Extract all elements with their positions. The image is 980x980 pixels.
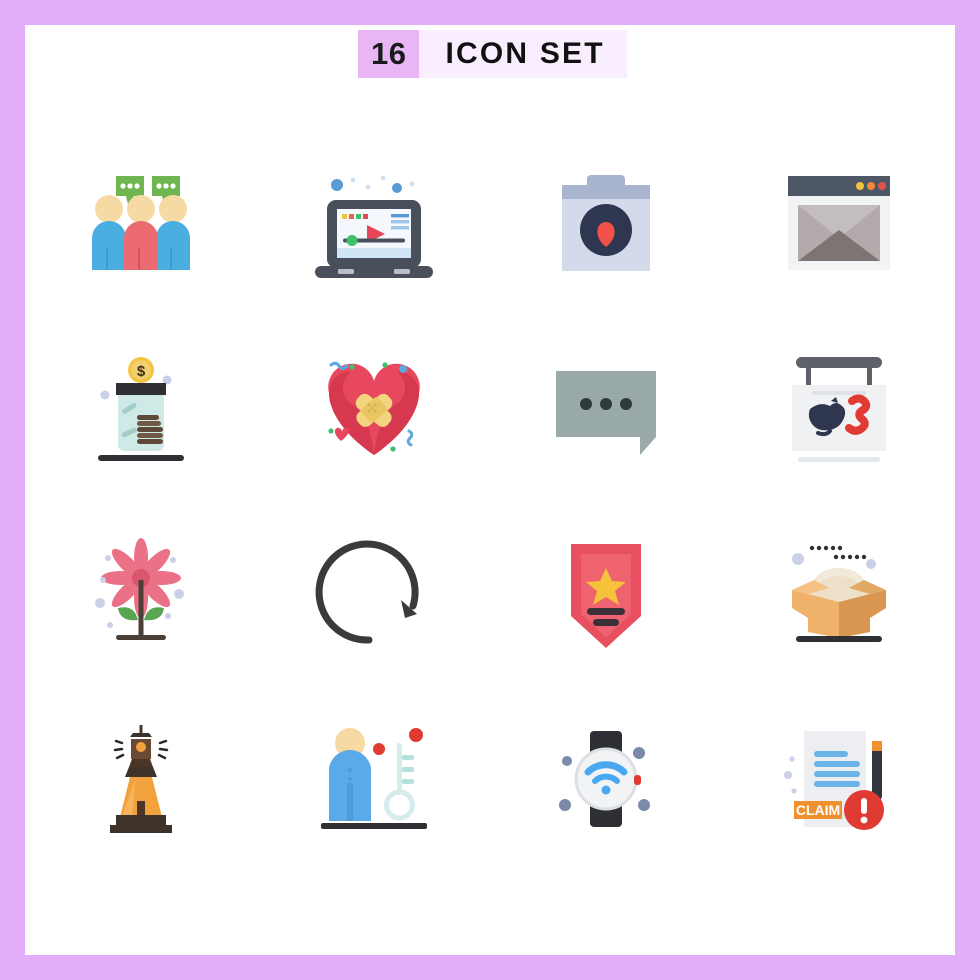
claim-document-alert-icon: CLAIM xyxy=(783,730,884,830)
lighthouse-icon xyxy=(110,724,173,833)
icon-cell-claim-document-alert[interactable]: CLAIM xyxy=(723,685,956,870)
icon-set-canvas: 16 ICON SET $ CLAIM xyxy=(25,25,955,955)
icon-cell-web-mail-browser[interactable] xyxy=(723,130,956,315)
rank-badge-star-icon xyxy=(571,543,642,648)
icon-grid: $ CLAIM xyxy=(25,130,955,870)
icon-cell-rank-badge-star[interactable] xyxy=(490,500,723,685)
icon-cell-person-with-key[interactable] xyxy=(258,685,491,870)
icon-cell-flower-plant[interactable] xyxy=(25,500,258,685)
header: 16 ICON SET xyxy=(358,30,627,78)
web-mail-browser-icon xyxy=(787,175,890,270)
icon-cell-smartwatch-wifi[interactable] xyxy=(490,685,723,870)
open-package-box-icon xyxy=(791,545,886,642)
person-with-key-icon xyxy=(320,727,427,829)
page-title: ICON SET xyxy=(445,37,605,70)
icon-cell-typing-chat-bubble[interactable] xyxy=(490,315,723,500)
claim-stamp-text: CLAIM xyxy=(796,802,840,818)
favorite-photo-folder-icon xyxy=(562,174,651,271)
typing-chat-bubble-icon xyxy=(556,370,657,455)
healing-heart-icon xyxy=(327,361,420,455)
icon-cell-lighthouse[interactable] xyxy=(25,685,258,870)
money-savings-jar-icon: $ xyxy=(98,356,185,461)
icon-cell-money-savings-jar[interactable]: $ xyxy=(25,315,258,500)
icon-cell-group-chat-people[interactable] xyxy=(25,130,258,315)
svg-text:$: $ xyxy=(137,363,146,380)
icon-count-badge: 16 xyxy=(358,30,420,78)
poster-root: 16 ICON SET $ CLAIM xyxy=(0,0,980,980)
australia-signboard-icon xyxy=(791,356,886,462)
icon-cell-refresh-reload-arrow[interactable] xyxy=(258,500,491,685)
group-chat-people-icon xyxy=(92,175,191,270)
icon-cell-favorite-photo-folder[interactable] xyxy=(490,130,723,315)
icon-cell-australia-signboard[interactable] xyxy=(723,315,956,500)
icon-cell-healing-heart[interactable] xyxy=(258,315,491,500)
laptop-video-player-icon xyxy=(314,175,433,278)
icon-cell-laptop-video-player[interactable] xyxy=(258,130,491,315)
flower-plant-icon xyxy=(95,537,185,640)
refresh-reload-arrow-icon xyxy=(315,540,419,644)
smartwatch-wifi-icon xyxy=(559,730,651,827)
title-container: ICON SET xyxy=(419,30,627,78)
icon-cell-open-package-box[interactable] xyxy=(723,500,956,685)
